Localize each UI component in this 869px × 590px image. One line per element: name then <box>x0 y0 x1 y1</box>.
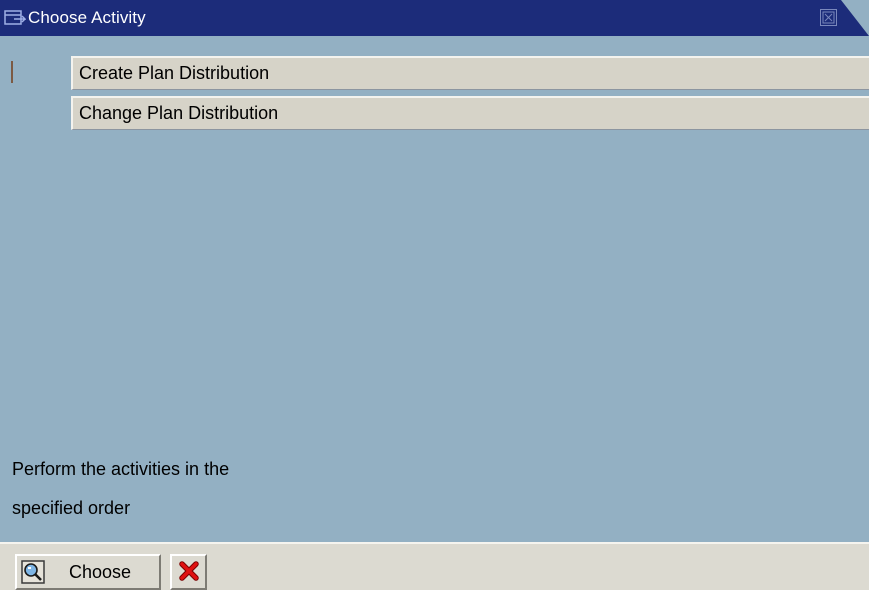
choose-button[interactable]: Choose <box>15 554 161 590</box>
cancel-x-icon <box>179 561 199 581</box>
window-title: Choose Activity <box>28 8 146 27</box>
cancel-button[interactable] <box>170 554 207 590</box>
text-cursor <box>11 61 13 83</box>
hint-text-line-1: Perform the activities in the <box>12 459 230 479</box>
choose-button-label: Choose <box>69 562 132 582</box>
choose-magnifier-icon <box>21 560 45 584</box>
title-bar-corner <box>841 0 869 36</box>
activity-change-plan-distribution[interactable]: Change Plan Distribution <box>71 96 869 130</box>
close-icon[interactable] <box>820 9 837 26</box>
title-bar: Choose Activity <box>0 0 869 36</box>
activity-create-plan-distribution[interactable]: Create Plan Distribution <box>71 56 869 90</box>
hint-text-line-2: specified order <box>12 498 131 518</box>
button-bar: Choose <box>0 542 869 590</box>
window-menu-icon[interactable] <box>4 9 27 27</box>
